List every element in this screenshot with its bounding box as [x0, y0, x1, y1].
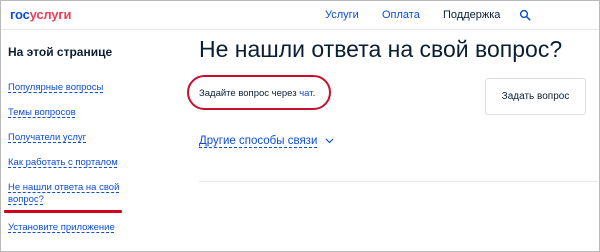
sidebar-item-popular-questions[interactable]: Популярные вопросы: [8, 82, 103, 94]
sidebar-item-question-topics[interactable]: Темы вопросов: [8, 107, 76, 119]
red-highlight-underline: [4, 210, 122, 213]
sidebar-item-install-app[interactable]: Установите приложение: [8, 222, 115, 234]
chevron-down-icon: [325, 138, 334, 144]
nav-services-link[interactable]: Услуги: [325, 9, 359, 21]
nav-support-link[interactable]: Поддержка: [443, 9, 500, 21]
search-icon[interactable]: [519, 9, 531, 21]
red-highlight-oval: [187, 75, 331, 110]
other-contact-ways-toggle[interactable]: Другие способы связи: [199, 135, 334, 148]
other-contact-ways-label: Другие способы связи: [199, 135, 318, 148]
divider: [199, 181, 598, 182]
ask-question-button[interactable]: Задать вопрос: [485, 78, 586, 115]
sidebar-item-no-answer[interactable]: Не нашли ответа на свой вопрос?: [8, 182, 128, 206]
sidebar-title: На этой странице: [8, 45, 113, 59]
sidebar-item-service-recipients[interactable]: Получатели услуг: [8, 132, 86, 144]
logo-part-uslugi: услуги: [29, 7, 72, 22]
page-title: Не нашли ответа на свой вопрос?: [199, 36, 563, 62]
nav-payment-link[interactable]: Оплата: [382, 9, 420, 21]
header: госуслуги Услуги Оплата Поддержка: [1, 1, 599, 30]
logo-part-gos: гос: [10, 7, 30, 22]
gosuslugi-logo[interactable]: госуслуги: [10, 7, 72, 22]
sidebar-item-how-to-use-portal[interactable]: Как работать с порталом: [8, 157, 118, 169]
